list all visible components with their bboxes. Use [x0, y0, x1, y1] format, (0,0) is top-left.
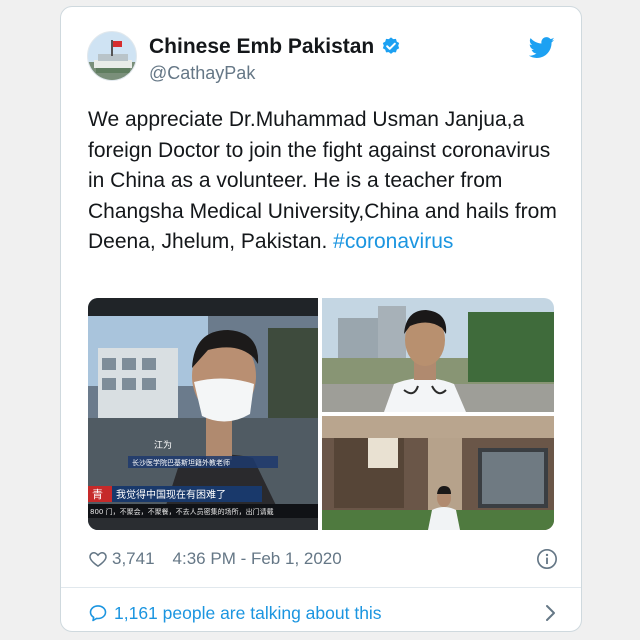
- tv-bottom-text: 800 门，不聚会，不聚餐，不去人员密集的场所，出门请戴: [90, 507, 274, 516]
- tweet-time[interactable]: 4:36 PM: [173, 549, 236, 569]
- chevron-right-icon[interactable]: [544, 603, 558, 623]
- like-count[interactable]: 3,741: [112, 549, 155, 569]
- info-icon[interactable]: [536, 548, 558, 570]
- avatar[interactable]: [87, 31, 137, 81]
- tv-ticker-prefix: 青: [92, 488, 103, 501]
- conversation-text[interactable]: 1,161 people are talking about this: [114, 603, 382, 624]
- author-handle[interactable]: @CathayPak: [149, 63, 255, 84]
- author-name-row[interactable]: Chinese Emb Pakistan: [149, 35, 402, 59]
- tv-caption-name: 江为: [154, 439, 172, 451]
- tweet-text: We appreciate Dr.Muhammad Usman Janjua,a…: [88, 105, 558, 258]
- tweet-media[interactable]: 江为 长沙医学院巴基斯坦籍外教老师 青 我觉得中国现在有困难了 800 门，不聚…: [88, 298, 554, 530]
- tweet-date[interactable]: Feb 1, 2020: [251, 549, 342, 569]
- hashtag-link[interactable]: #coronavirus: [333, 230, 453, 253]
- media-photo-doctor-building[interactable]: [322, 416, 554, 530]
- tweet-meta-row: 3,741 4:36 PM - Feb 1, 2020: [88, 547, 558, 571]
- tv-ticker-main: 我觉得中国现在有困难了: [116, 488, 226, 501]
- tv-caption-title: 长沙医学院巴基斯坦籍外教老师: [132, 458, 230, 467]
- media-photo-doctor-portrait[interactable]: [322, 298, 554, 412]
- verified-badge-icon: [383, 37, 400, 54]
- speech-bubble-icon: [89, 605, 107, 622]
- twitter-bird-icon[interactable]: [529, 37, 555, 59]
- divider: [61, 587, 581, 588]
- display-name[interactable]: Chinese Emb Pakistan: [149, 35, 374, 59]
- time-date-separator: -: [235, 549, 251, 568]
- heart-icon[interactable]: [88, 549, 108, 569]
- conversation-link[interactable]: 1,161 people are talking about this: [88, 601, 558, 625]
- media-photo-tv-interview[interactable]: 江为 长沙医学院巴基斯坦籍外教老师 青 我觉得中国现在有困难了 800 门，不聚…: [88, 298, 318, 530]
- tweet-body: We appreciate Dr.Muhammad Usman Janjua,a…: [88, 108, 557, 253]
- tweet-card: Chinese Emb Pakistan @CathayPak We appre…: [60, 6, 582, 632]
